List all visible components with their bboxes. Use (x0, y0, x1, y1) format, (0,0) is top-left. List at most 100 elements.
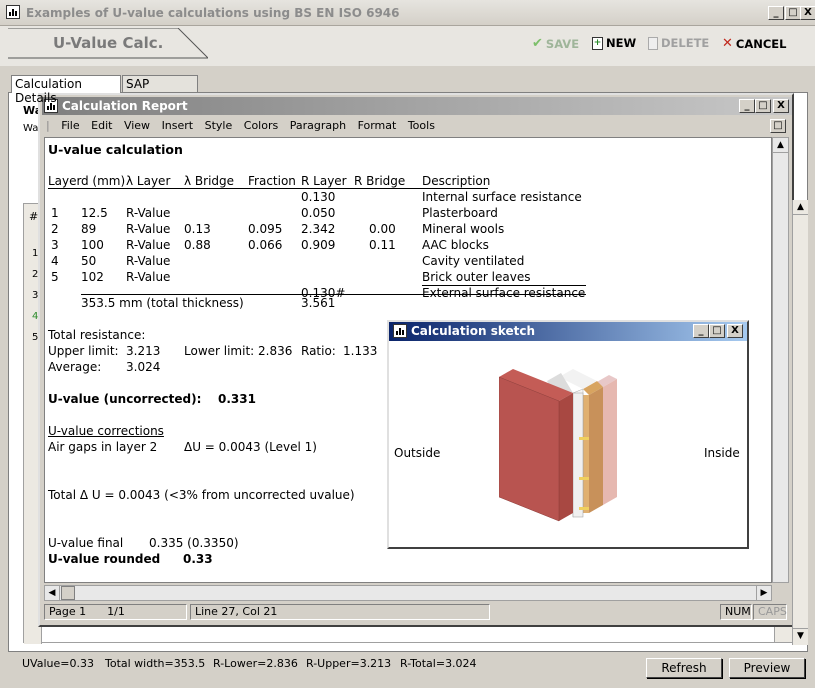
report-cell-rb: 0.00 (369, 222, 396, 236)
calculation-sketch-window: Calculation sketch _ □ X Outside Inside (387, 320, 749, 549)
menu-edit[interactable]: Edit (87, 117, 116, 134)
report-cell-rl: 0.050 (301, 206, 336, 220)
report-cell-rb: 0.11 (369, 238, 396, 252)
header-lambda-bridge: λ Bridge (184, 174, 235, 188)
menu-insert[interactable]: Insert (158, 117, 198, 134)
menu-tools[interactable]: Tools (404, 117, 439, 134)
main-grid-scrollbar[interactable]: ▲ ▼ (792, 200, 808, 645)
report-cell-rl: 2.342 (301, 222, 336, 236)
status-pages-text: 1/1 (107, 605, 125, 618)
description-underline (422, 285, 586, 286)
new-button[interactable]: + NEW (592, 36, 636, 50)
header-underline (48, 188, 488, 189)
header-d: d (mm) (81, 174, 126, 188)
average-label: Average: (48, 360, 102, 374)
sketch-minimize-button[interactable]: _ (693, 324, 709, 338)
report-cell-l: R-Value (126, 254, 171, 268)
report-close-button[interactable]: X (773, 99, 789, 113)
footer-r-lower: R-Lower=2.836 (213, 657, 298, 670)
report-cell-desc: External surface resistance (422, 286, 586, 300)
status-num: NUM (720, 604, 752, 620)
report-cell-rl: 0.130 (301, 190, 336, 204)
lower-limit-label: Lower limit: (184, 344, 255, 358)
save-button[interactable]: ✔ SAVE (532, 36, 579, 51)
uvalue-final-label: U-value final (48, 536, 124, 550)
grid-hash-header: # (29, 210, 39, 223)
close-button[interactable]: X (800, 6, 815, 20)
window-title: Examples of U-value calculations using B… (26, 6, 400, 20)
report-cell-l: R-Value (126, 206, 171, 220)
report-cell-desc: AAC blocks (422, 238, 489, 252)
report-cell-desc: Plasterboard (422, 206, 498, 220)
menu-style[interactable]: Style (201, 117, 237, 134)
app-tab-label: U-Value Calc. (53, 34, 164, 52)
main-scroll-up-icon[interactable]: ▲ (793, 200, 808, 215)
scroll-right-arrow-icon[interactable]: ▶ (756, 586, 771, 600)
sketch-close-button[interactable]: X (727, 324, 743, 338)
footer-r-upper: R-Upper=3.213 (306, 657, 392, 670)
maximize-button[interactable]: □ (785, 6, 801, 20)
report-cell-f: 0.095 (248, 222, 283, 236)
report-cell-n: 2 (51, 222, 59, 236)
preview-button[interactable]: Preview (729, 658, 805, 678)
menu-grip-icon: | (46, 119, 50, 132)
check-icon: ✔ (532, 36, 543, 51)
uvalue-calc-tab[interactable]: U-Value Calc. (8, 28, 208, 60)
delete-label: DELETE (661, 36, 710, 50)
inside-label: Inside (704, 446, 740, 460)
tab-calculation-details[interactable]: Calculation Details (11, 75, 121, 105)
menu-paragraph[interactable]: Paragraph (286, 117, 350, 134)
main-scroll-down-icon[interactable]: ▼ (793, 628, 808, 643)
report-cell-desc: Brick outer leaves (422, 270, 531, 284)
menu-colors[interactable]: Colors (240, 117, 282, 134)
air-gaps-value: ΔU = 0.0043 (Level 1) (184, 440, 317, 454)
scroll-up-arrow-icon[interactable]: ▲ (773, 138, 788, 153)
report-vertical-scrollbar[interactable]: ▲ (772, 137, 789, 583)
total-resistance-label: Total resistance: (48, 328, 146, 342)
x-icon: ✕ (722, 36, 733, 51)
report-cell-d: 89 (81, 222, 97, 236)
report-minimize-button[interactable]: _ (739, 99, 755, 113)
report-horizontal-scrollbar[interactable]: ◀ ▶ (44, 585, 772, 601)
ratio-value: 1.133 (343, 344, 378, 358)
report-maximize-button[interactable]: □ (755, 99, 771, 113)
report-cell-n: 5 (51, 270, 59, 284)
uvalue-uncorrected-value: 0.331 (218, 392, 256, 406)
report-cell-l: R-Value (126, 270, 171, 284)
trash-icon (648, 36, 658, 50)
sketch-title-bar[interactable]: Calculation sketch _ □ X (389, 322, 747, 341)
report-status-bar: Page 1 1/1 Line 27, Col 21 NUM CAPS (44, 603, 789, 621)
scroll-left-arrow-icon[interactable]: ◀ (45, 586, 60, 600)
status-line-col: Line 27, Col 21 (190, 604, 490, 620)
cancel-button[interactable]: ✕ CANCEL (722, 36, 787, 51)
refresh-button[interactable]: Refresh (646, 658, 722, 678)
report-cell-lb: 0.13 (184, 222, 211, 236)
upper-limit-label: Upper limit: (48, 344, 119, 358)
status-caps: CAPS (753, 604, 787, 620)
report-heading: U-value calculation (48, 142, 183, 157)
wa-label-2: Wa (23, 123, 39, 134)
upper-limit-value: 3.213 (126, 344, 161, 358)
menu-view[interactable]: View (120, 117, 154, 134)
app-icon (6, 5, 20, 19)
minimize-button[interactable]: _ (768, 6, 784, 20)
uvalue-uncorrected-label: U-value (uncorrected): (48, 392, 202, 406)
header-r-layer: R Layer (301, 174, 347, 188)
uvalue-rounded-label: U-value rounded (48, 552, 161, 566)
delete-button[interactable]: DELETE (648, 36, 709, 50)
header-description: Description (422, 174, 491, 188)
save-label: SAVE (545, 36, 580, 51)
wall-section-sketch (499, 369, 617, 522)
report-title-bar[interactable]: Calculation Report _ □ X (42, 97, 792, 115)
menubar-restore-button[interactable]: □ (770, 119, 786, 133)
menu-format[interactable]: Format (354, 117, 401, 134)
outside-label: Outside (394, 446, 441, 460)
footer-uvalue: UValue=0.33 (22, 657, 94, 670)
report-cell-rl: 0.909 (301, 238, 336, 252)
sketch-title: Calculation sketch (411, 324, 536, 338)
cancel-label: CANCEL (735, 36, 787, 51)
sketch-maximize-button[interactable]: □ (709, 324, 725, 338)
scroll-thumb[interactable] (61, 586, 75, 600)
tab-sap-projects[interactable]: SAP Projects (122, 75, 198, 105)
menu-file[interactable]: File (57, 117, 83, 134)
